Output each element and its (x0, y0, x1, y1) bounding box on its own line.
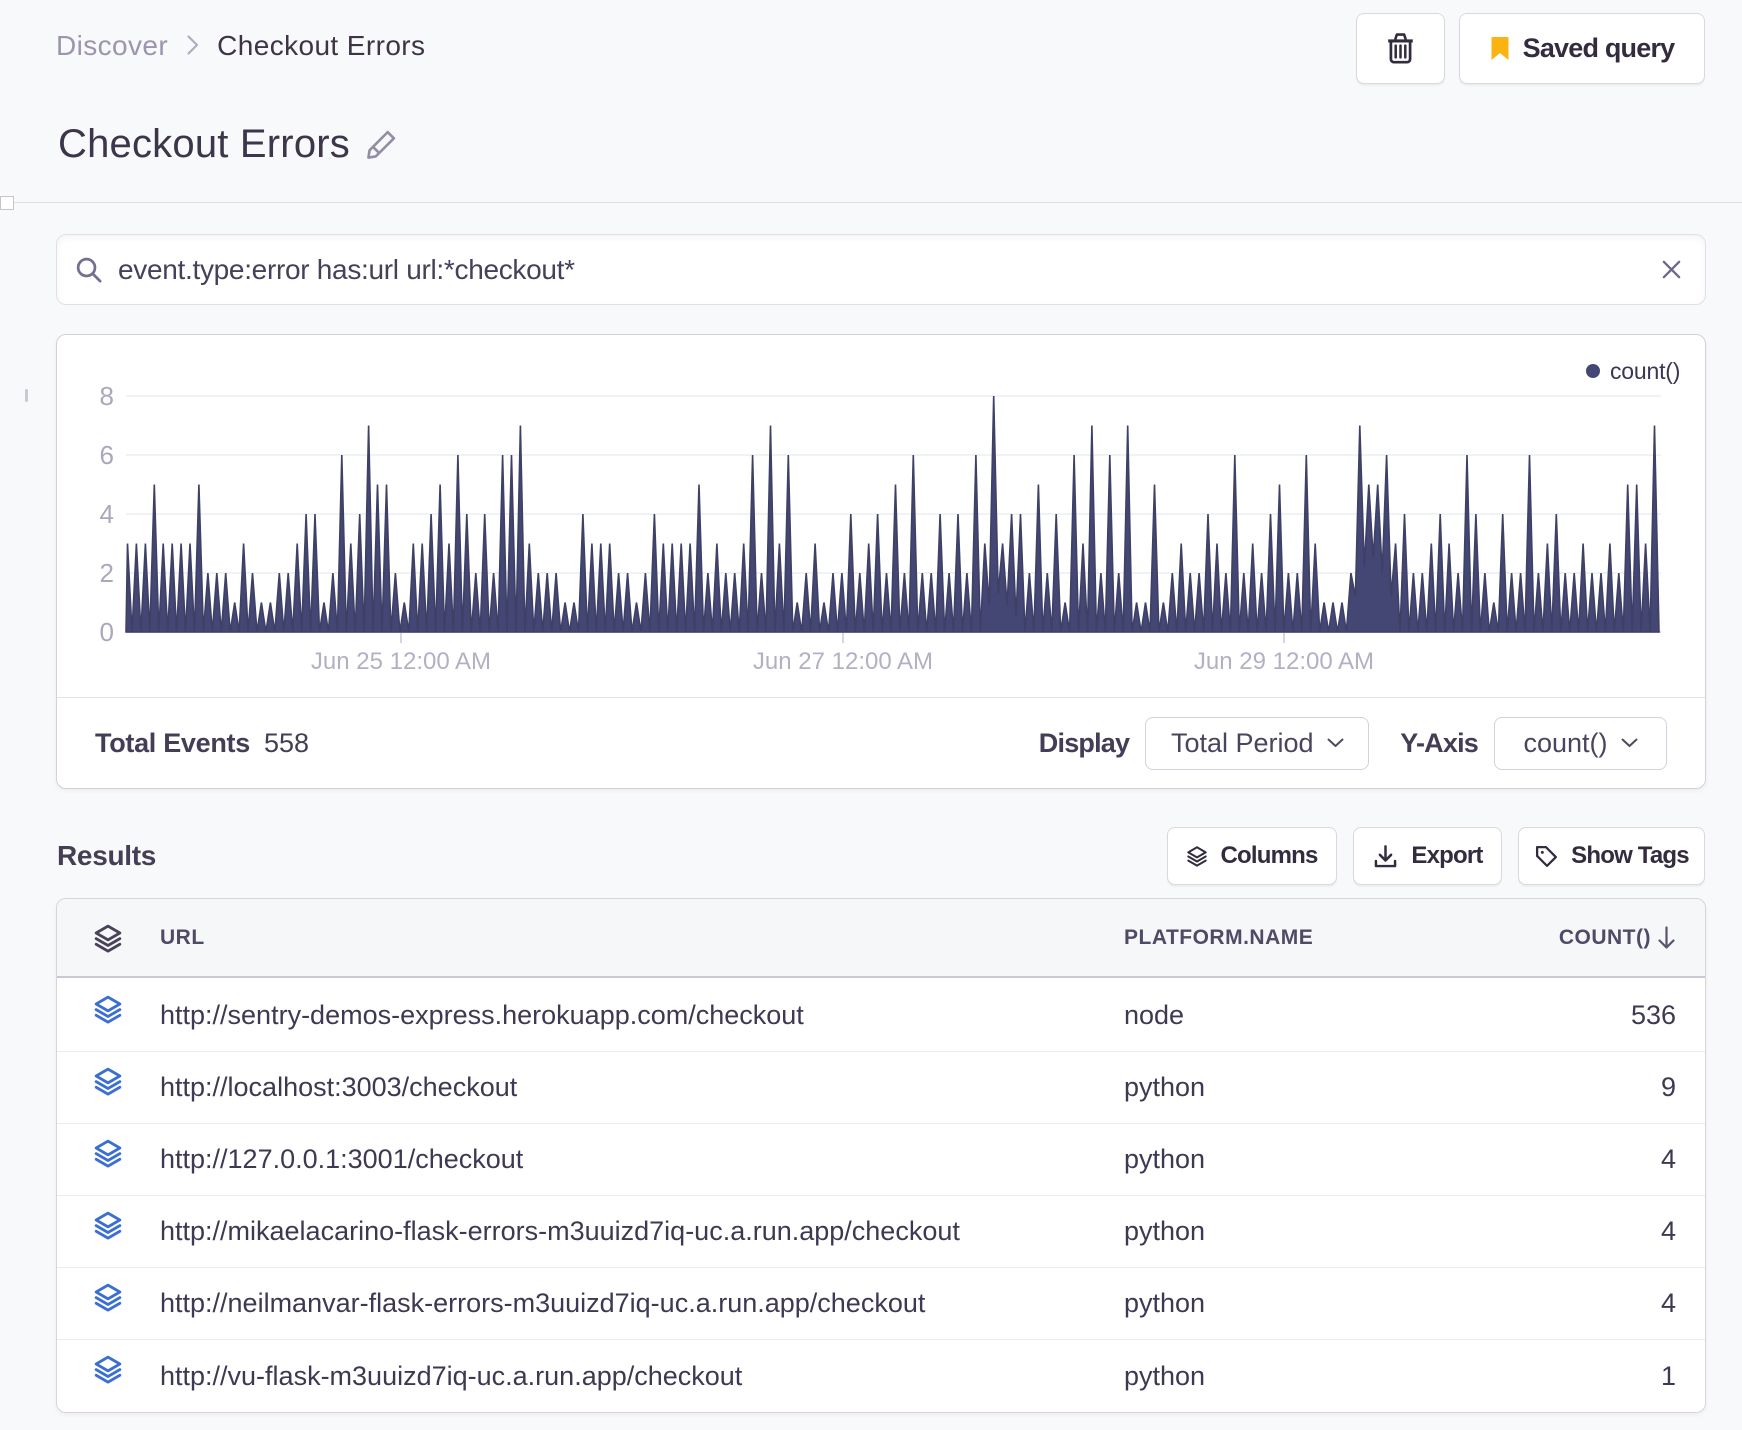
svg-text:4: 4 (100, 499, 114, 529)
svg-text:count(): count() (1610, 358, 1680, 384)
svg-text:Jun 27 12:00 AM: Jun 27 12:00 AM (753, 648, 933, 675)
svg-text:2: 2 (100, 558, 114, 588)
svg-text:6: 6 (100, 440, 114, 470)
svg-text:0: 0 (100, 617, 114, 647)
svg-text:Jun 25 12:00 AM: Jun 25 12:00 AM (311, 648, 491, 675)
svg-text:8: 8 (100, 381, 114, 411)
svg-text:Jun 29 12:00 AM: Jun 29 12:00 AM (1194, 648, 1374, 675)
